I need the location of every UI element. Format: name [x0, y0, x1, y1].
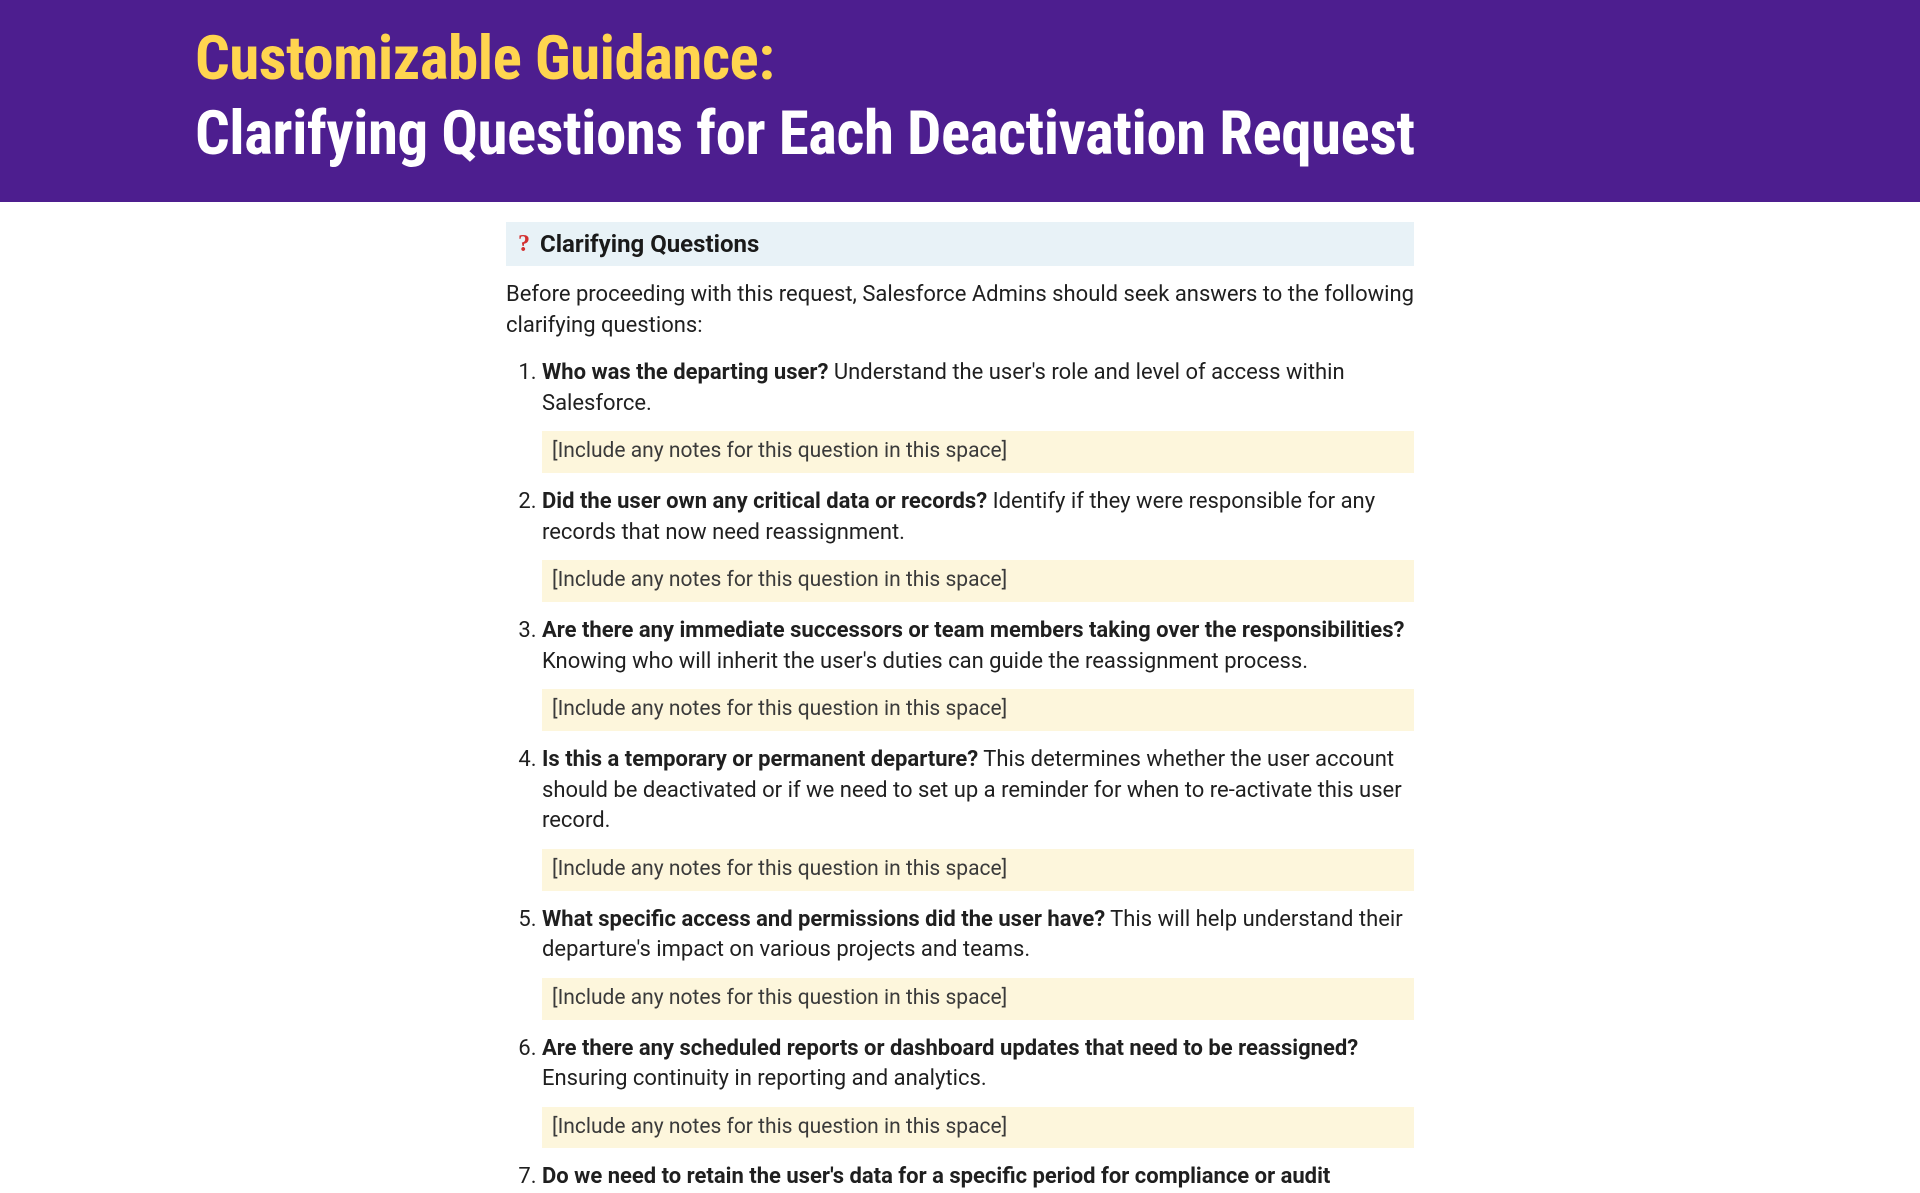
section-title: Clarifying Questions — [540, 230, 759, 258]
header-title-line2: Clarifying Questions for Each Deactivati… — [195, 100, 1920, 167]
list-item: Do we need to retain the user's data for… — [542, 1162, 1414, 1193]
note-box[interactable]: [Include any notes for this question in … — [542, 849, 1414, 890]
section-header: ? Clarifying Questions — [506, 222, 1414, 266]
list-item: What specific access and permissions did… — [542, 905, 1414, 1020]
list-item: Did the user own any critical data or re… — [542, 487, 1414, 602]
question-desc: Ensuring continuity in reporting and ana… — [542, 1066, 987, 1091]
question-desc: Knowing who will inherit the user's duti… — [542, 649, 1308, 674]
list-item: Who was the departing user? Understand t… — [542, 358, 1414, 473]
question-bold: Who was the departing user? — [542, 360, 828, 385]
question-bold: Do we need to retain the user's data for… — [542, 1164, 1330, 1189]
header-title-line1: Customizable Guidance: — [195, 25, 1920, 92]
question-mark-icon: ? — [518, 231, 530, 258]
note-box[interactable]: [Include any notes for this question in … — [542, 689, 1414, 730]
section-intro: Before proceeding with this request, Sal… — [506, 280, 1414, 342]
list-item: Are there any scheduled reports or dashb… — [542, 1034, 1414, 1149]
question-bold: Are there any scheduled reports or dashb… — [542, 1036, 1358, 1061]
header-banner: Customizable Guidance: Clarifying Questi… — [0, 0, 1920, 202]
question-bold: Are there any immediate successors or te… — [542, 618, 1404, 643]
question-bold: What specific access and permissions did… — [542, 907, 1105, 932]
list-item: Are there any immediate successors or te… — [542, 616, 1414, 731]
note-box[interactable]: [Include any notes for this question in … — [542, 978, 1414, 1019]
list-item: Is this a temporary or permanent departu… — [542, 745, 1414, 891]
note-box[interactable]: [Include any notes for this question in … — [542, 431, 1414, 472]
note-box[interactable]: [Include any notes for this question in … — [542, 560, 1414, 601]
questions-list: Who was the departing user? Understand t… — [506, 358, 1414, 1193]
content-area: ? Clarifying Questions Before proceeding… — [506, 222, 1414, 1193]
note-box[interactable]: [Include any notes for this question in … — [542, 1107, 1414, 1148]
question-bold: Did the user own any critical data or re… — [542, 489, 987, 514]
question-bold: Is this a temporary or permanent departu… — [542, 747, 978, 772]
